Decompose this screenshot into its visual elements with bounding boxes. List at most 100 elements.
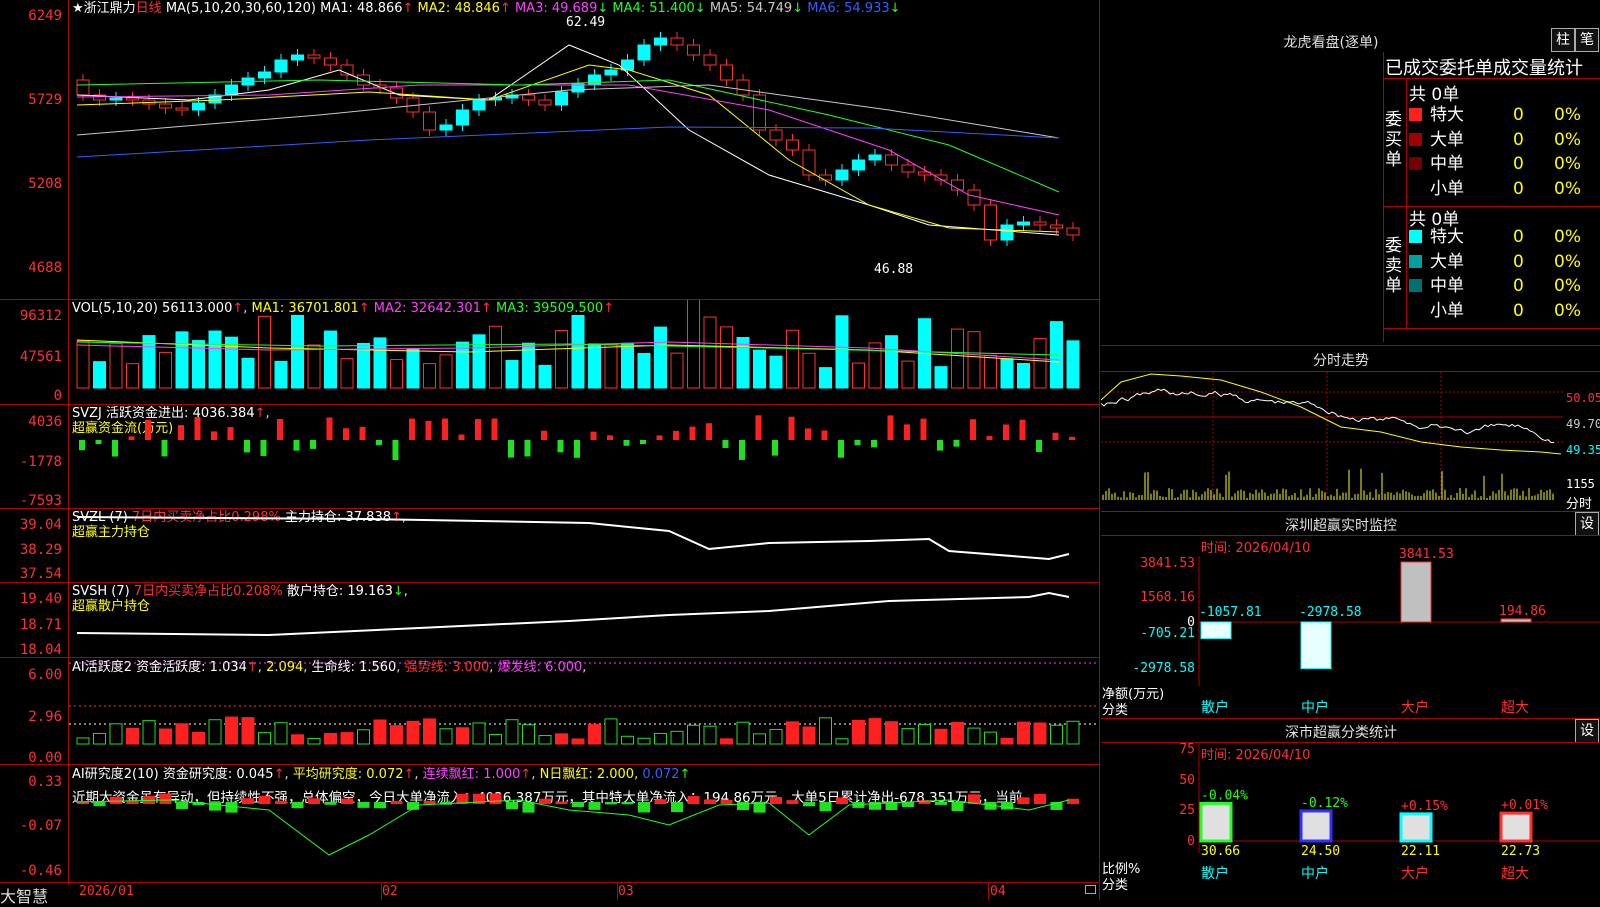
research-bar (1034, 794, 1046, 804)
order-stat-row: 小单 0 0% (1430, 300, 1581, 321)
order-stat-row: 小单 0 0% (1430, 178, 1581, 199)
classify-change-label: -0.12% (1301, 796, 1348, 811)
classify-y-tick: 0 (1187, 834, 1195, 849)
candle-body (538, 99, 552, 106)
activity-bar (835, 738, 849, 745)
bar-mode-button[interactable]: 柱 (1551, 28, 1575, 52)
svzj-y-tick: -1778 (19, 454, 62, 470)
order-stat-row: 特大 0 0% (1409, 225, 1599, 249)
volume-bar (258, 315, 271, 389)
svzl-y-tick: 37.54 (19, 566, 62, 582)
x-axis-label: 02 (382, 884, 398, 899)
volume-chart[interactable] (69, 300, 1099, 404)
classify-settings-button[interactable]: 设 (1575, 719, 1599, 743)
monitor-y-tick: -2978.58 (1132, 661, 1195, 676)
flow-bar (293, 440, 300, 451)
left-chart-area[interactable]: ★浙江鼎力日线 MA(5,10,20,30,60,120) MA1: 48.86… (0, 0, 1100, 906)
activity-bar (142, 720, 156, 745)
research-bar (621, 802, 634, 805)
monitor-settings-button[interactable]: 设 (1575, 512, 1599, 536)
monitor-bar (1500, 618, 1532, 623)
main-y-tick: 4688 (28, 260, 62, 276)
ai2-y-tick: 6.00 (28, 667, 62, 683)
svsh-y-tick: 18.71 (19, 617, 62, 633)
intraday-price-low: 49.35 (1566, 443, 1600, 457)
activity-bar (852, 719, 865, 745)
classify-bar-chart[interactable]: 75 50 25 0 -0.04% 30.66 散户 -0.12% 24.50 中户 +0.15% 2… (1101, 743, 1600, 900)
ai-activity-chart[interactable] (69, 658, 1099, 764)
volume-bar (324, 330, 337, 389)
volume-bar (802, 352, 816, 389)
research-bar (390, 800, 403, 804)
research-bar (176, 802, 188, 809)
monitor-xlabel: 分类 (1102, 703, 1129, 718)
flow-bar (491, 418, 498, 440)
flow-bar (442, 418, 448, 440)
research-bar (341, 798, 353, 804)
volume-bar (1033, 337, 1047, 389)
research-bar (1001, 802, 1013, 810)
classify-bar (1299, 809, 1333, 843)
monitor-value-label: -2978.58 (1299, 605, 1362, 620)
fund-flow-chart[interactable] (69, 405, 1099, 508)
intraday-chart[interactable] (1101, 372, 1563, 510)
retail-holding-chart[interactable] (69, 583, 1099, 657)
candle-body (885, 154, 898, 166)
volume-bar (1066, 340, 1080, 389)
research-bar (654, 799, 667, 804)
volume-bar (604, 343, 618, 389)
activity-bar (93, 732, 106, 745)
svzj-y-tick: -7593 (19, 493, 62, 509)
flow-bar (640, 440, 646, 445)
activity-bar (951, 721, 964, 745)
volume-bar (274, 360, 288, 389)
color-swatch-icon (1409, 230, 1422, 243)
activity-bar (885, 721, 898, 745)
monitor-bar (1400, 561, 1432, 623)
flow-bar (772, 440, 778, 456)
research-bar (803, 802, 815, 807)
volume-bar (93, 361, 106, 389)
volume-bar (852, 362, 865, 389)
candle-body (868, 154, 882, 161)
flow-bar (145, 419, 151, 440)
research-bar (671, 802, 683, 813)
flow-bar (871, 440, 877, 448)
vol-y-tick: 96312 (19, 308, 62, 324)
candle-body (307, 54, 321, 59)
flow-bar (623, 440, 630, 446)
research-bar (93, 802, 106, 807)
volume-bar (703, 316, 717, 389)
main-holding-chart[interactable] (69, 509, 1099, 582)
activity-bar (225, 716, 238, 745)
flow-bar (788, 416, 795, 440)
volume-bar (687, 300, 700, 389)
candle-body (1050, 224, 1063, 229)
volume-bar (505, 360, 519, 389)
order-stat-row: 特大 0 0% (1409, 103, 1599, 127)
activity-bar (918, 723, 931, 745)
activity-bar (984, 731, 997, 745)
research-bar (720, 799, 733, 804)
candlestick-chart[interactable] (69, 0, 1099, 299)
ai-research-chart[interactable] (69, 765, 1099, 882)
flow-bar (475, 419, 481, 440)
monitor-bar-chart[interactable]: 3841.531568.160-705.21-2978.58-1057.81散户… (1101, 536, 1600, 718)
classify-value-label: 24.50 (1301, 844, 1340, 859)
volume-bar (720, 326, 733, 389)
main-y-tick: 5729 (28, 92, 62, 108)
research-bar (324, 802, 337, 805)
volume-bar (538, 364, 552, 389)
activity-bar (274, 722, 288, 745)
volume-bar (654, 326, 667, 389)
activity-bar (588, 724, 601, 745)
volume-bar (571, 314, 585, 389)
activity-bar (687, 724, 700, 745)
main-y-tick: 6249 (28, 8, 62, 24)
candle-body (687, 44, 700, 56)
research-bar (836, 797, 848, 804)
candle-body (819, 174, 832, 181)
volume-bar (1000, 358, 1014, 389)
flow-bar (211, 431, 217, 440)
tick-mode-button[interactable]: 笔 (1575, 28, 1599, 52)
